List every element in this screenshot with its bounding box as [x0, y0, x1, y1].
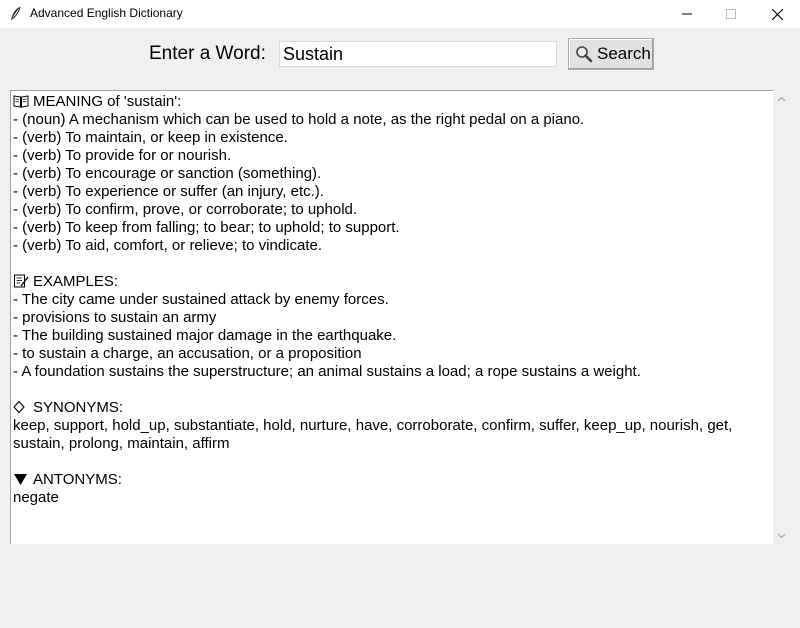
example-item: - provisions to sustain an army — [13, 309, 217, 326]
vertical-scrollbar[interactable] — [773, 90, 790, 544]
scroll-down-arrow-icon[interactable] — [777, 531, 786, 540]
meaning-item: - (verb) To encourage or sanction (somet… — [13, 165, 322, 182]
synonyms-heading: SYNONYMS: — [13, 399, 773, 417]
maximize-button[interactable] — [708, 0, 754, 28]
result-text-area[interactable]: MEANING of 'sustain': - (noun) A mechani… — [10, 90, 773, 544]
antonyms-heading: ANTONYMS: — [13, 471, 773, 489]
minimize-button[interactable] — [664, 0, 710, 28]
memo-icon — [14, 274, 29, 288]
book-icon — [13, 95, 29, 108]
diamond-icon — [13, 400, 25, 414]
examples-heading: EXAMPLES: — [13, 273, 773, 291]
word-input[interactable] — [279, 41, 557, 67]
search-button-label: Search — [597, 44, 651, 63]
close-icon — [771, 8, 783, 20]
minimize-icon — [682, 13, 692, 15]
meaning-item: - (noun) A mechanism which can be used t… — [13, 111, 585, 128]
meaning-item: - (verb) To maintain, or keep in existen… — [13, 129, 288, 146]
close-button[interactable] — [754, 0, 800, 28]
meaning-item: - (verb) To keep from falling; to bear; … — [13, 219, 400, 236]
meaning-item: - (verb) To experience or suffer (an inj… — [13, 183, 324, 200]
meaning-heading: MEANING of 'sustain': — [13, 93, 773, 111]
meaning-item: - (verb) To aid, comfort, or relieve; to… — [13, 237, 323, 254]
window-title: Advanced English Dictionary — [30, 6, 183, 20]
title-bar: Advanced English Dictionary — [0, 0, 800, 28]
search-button[interactable]: Search — [568, 38, 654, 70]
antonyms-list: negate — [13, 489, 59, 506]
maximize-icon — [726, 9, 736, 19]
scroll-up-arrow-icon[interactable] — [777, 95, 786, 104]
feather-icon — [11, 6, 21, 21]
triangle-down-icon — [14, 474, 27, 485]
meaning-item: - (verb) To confirm, prove, or corrobora… — [13, 201, 358, 218]
meaning-item: - (verb) To provide for or nourish. — [13, 147, 232, 164]
magnifier-icon — [576, 46, 593, 63]
word-label: Enter a Word: — [149, 43, 266, 64]
example-item: - The building sustained major damage in… — [13, 327, 397, 344]
synonyms-list: keep, support, hold_up, substantiate, ho… — [13, 417, 733, 452]
example-item: - A foundation sustains the superstructu… — [13, 363, 641, 380]
example-item: - The city came under sustained attack b… — [13, 291, 389, 308]
example-item: - to sustain a charge, an accusation, or… — [13, 345, 362, 362]
